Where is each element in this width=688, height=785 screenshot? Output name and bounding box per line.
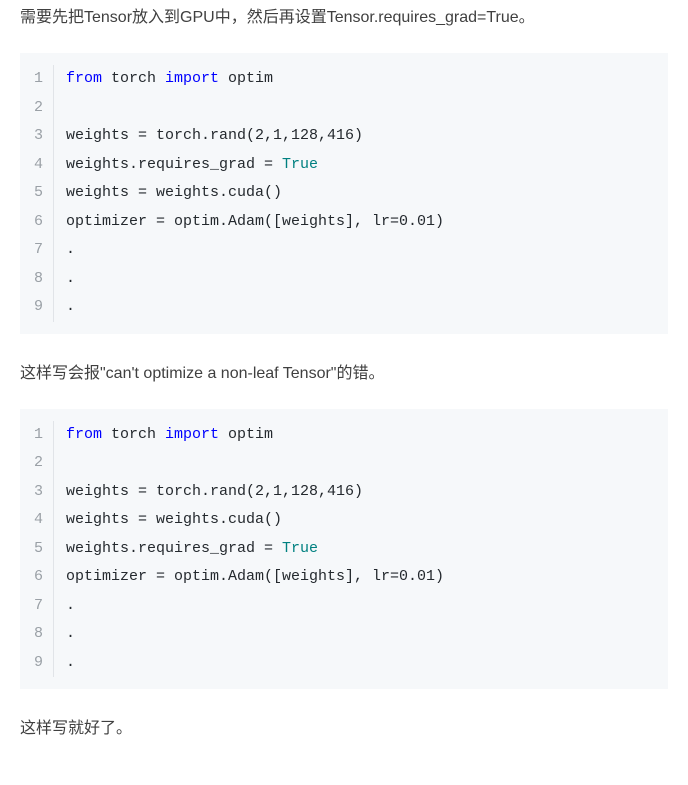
code-content: . xyxy=(66,293,75,322)
line-number: 2 xyxy=(20,449,54,478)
code-content: optimizer = optim.Adam([weights], lr=0.0… xyxy=(66,563,444,592)
line-number: 7 xyxy=(20,592,54,621)
code-line: 1 from torch import optim xyxy=(20,65,668,94)
code-content: weights = weights.cuda() xyxy=(66,506,282,535)
code-line: 3 weights = torch.rand(2,1,128,416) xyxy=(20,122,668,151)
code-content: optimizer = optim.Adam([weights], lr=0.0… xyxy=(66,208,444,237)
code-content: weights = torch.rand(2,1,128,416) xyxy=(66,478,363,507)
line-number: 7 xyxy=(20,236,54,265)
line-number: 3 xyxy=(20,122,54,151)
code-line: 8. xyxy=(20,620,668,649)
line-number: 5 xyxy=(20,179,54,208)
paragraph-intro: 需要先把Tensor放入到GPU中，然后再设置Tensor.requires_g… xyxy=(20,4,668,31)
code-content: . xyxy=(66,620,75,649)
code-block-1: 1 from torch import optim 2 3 weights = tor… xyxy=(20,53,668,334)
code-line: 6 optimizer = optim.Adam([weights], lr=0.… xyxy=(20,208,668,237)
paragraph-error-note: 这样写会报"can't optimize a non-leaf Tensor"的… xyxy=(20,360,668,387)
code-content xyxy=(66,94,75,123)
code-line: 3 weights = torch.rand(2,1,128,416) xyxy=(20,478,668,507)
code-line: 9. xyxy=(20,293,668,322)
code-line: 7. xyxy=(20,592,668,621)
code-line: 7. xyxy=(20,236,668,265)
line-number: 4 xyxy=(20,506,54,535)
line-number: 1 xyxy=(20,421,54,450)
line-number: 8 xyxy=(20,620,54,649)
code-content: weights = torch.rand(2,1,128,416) xyxy=(66,122,363,151)
code-line: 5 weights.requires_grad = True xyxy=(20,535,668,564)
code-line: 4 weights.requires_grad = True xyxy=(20,151,668,180)
code-line: 2 xyxy=(20,94,668,123)
code-content: . xyxy=(66,649,75,678)
code-content: from torch import optim xyxy=(66,65,273,94)
line-number: 3 xyxy=(20,478,54,507)
code-line: 9. xyxy=(20,649,668,678)
line-number: 9 xyxy=(20,293,54,322)
code-content: weights.requires_grad = True xyxy=(66,151,318,180)
code-content: . xyxy=(66,592,75,621)
code-content xyxy=(66,449,75,478)
paragraph-conclusion: 这样写就好了。 xyxy=(20,715,668,742)
code-line: 6 optimizer = optim.Adam([weights], lr=0.… xyxy=(20,563,668,592)
code-content: weights.requires_grad = True xyxy=(66,535,318,564)
code-content: . xyxy=(66,265,75,294)
code-content: from torch import optim xyxy=(66,421,273,450)
code-block-2: 1 from torch import optim 2 3 weights = tor… xyxy=(20,409,668,690)
line-number: 9 xyxy=(20,649,54,678)
code-line: 2 xyxy=(20,449,668,478)
line-number: 6 xyxy=(20,563,54,592)
line-number: 6 xyxy=(20,208,54,237)
line-number: 1 xyxy=(20,65,54,94)
code-line: 4 weights = weights.cuda() xyxy=(20,506,668,535)
line-number: 5 xyxy=(20,535,54,564)
line-number: 2 xyxy=(20,94,54,123)
code-line: 8. xyxy=(20,265,668,294)
code-content: . xyxy=(66,236,75,265)
code-content: weights = weights.cuda() xyxy=(66,179,282,208)
code-line: 1 from torch import optim xyxy=(20,421,668,450)
line-number: 8 xyxy=(20,265,54,294)
line-number: 4 xyxy=(20,151,54,180)
code-line: 5 weights = weights.cuda() xyxy=(20,179,668,208)
